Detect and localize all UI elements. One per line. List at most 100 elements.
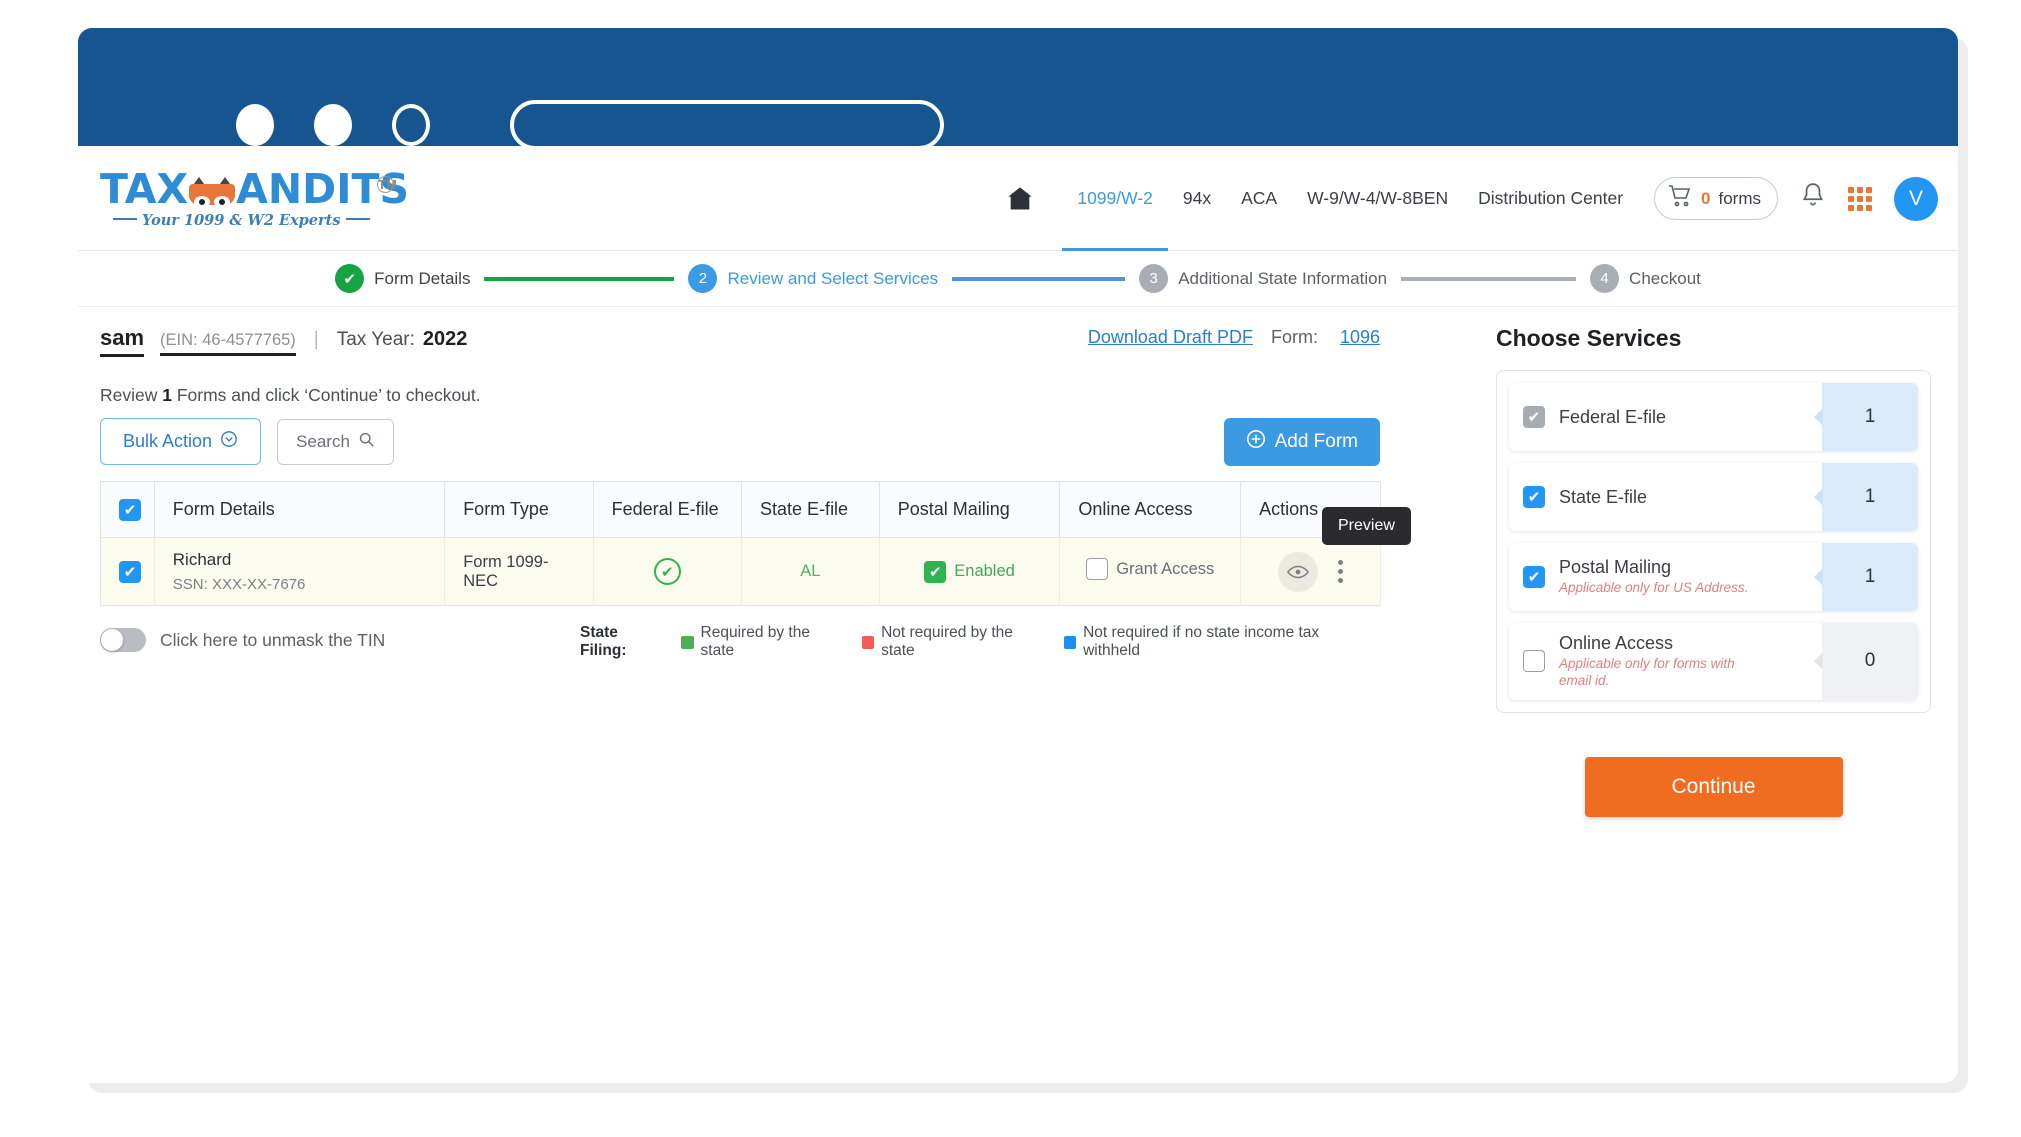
- step-connector-1: [484, 276, 675, 281]
- step-review-select-services[interactable]: 2 Review and Select Services: [688, 264, 938, 293]
- tax-year-value: 2022: [422, 328, 468, 350]
- step-3-number: 3: [1139, 264, 1169, 293]
- step-4-label: Checkout: [1629, 268, 1701, 288]
- row-select-checkbox[interactable]: ✔: [119, 560, 141, 583]
- online-access-count: 0: [1822, 623, 1918, 700]
- forms-toolbar: Bulk Action Search Add Form Preview: [100, 418, 1411, 545]
- search-icon: [358, 431, 375, 453]
- step-4-number: 4: [1590, 264, 1620, 293]
- step-1-label: Form Details: [374, 268, 471, 288]
- nav-item-94x[interactable]: 94x: [1168, 146, 1226, 251]
- cart-count: 0: [1701, 188, 1711, 208]
- bulk-action-button[interactable]: Bulk Action: [100, 418, 262, 465]
- cell-online-access: Grant Access: [1059, 537, 1242, 606]
- chevron-down-icon: [220, 430, 238, 453]
- state-filing-legend: State Filing: Required by the state Not …: [580, 624, 1380, 660]
- step-2-number: 2: [688, 264, 718, 293]
- main-navigation: 1099/W-2 94x ACA W-9/W-4/W-8BEN Distribu…: [1006, 146, 1938, 251]
- progress-stepper: ✔ Form Details 2 Review and Select Servi…: [78, 251, 1958, 307]
- header-federal-efile: Federal E-file: [593, 481, 743, 538]
- row-more-options-icon[interactable]: [1338, 560, 1344, 583]
- state-efile-count: 1: [1822, 463, 1918, 531]
- postal-mailing-status: Enabled: [954, 562, 1015, 580]
- business-info-row: sam (EIN: 46-4577765) | Tax Year: 2022 D…: [100, 325, 1380, 363]
- window-control-maximize[interactable]: [392, 104, 430, 146]
- logo-tagline: Your 1099 & W2 Experts: [108, 212, 375, 229]
- nav-item-aca[interactable]: ACA: [1226, 146, 1292, 251]
- logo-text-part1: TAX: [100, 165, 189, 213]
- download-draft-pdf-link[interactable]: Download Draft PDF: [1088, 327, 1253, 348]
- table-footer-row: Click here to unmask the TIN State Filin…: [100, 622, 1380, 660]
- step-3-label: Additional State Information: [1178, 268, 1388, 288]
- nav-item-w9-w4-w8ben[interactable]: W-9/W-4/W-8BEN: [1292, 146, 1463, 251]
- search-button[interactable]: Search: [277, 418, 394, 465]
- state-efile-checkbox[interactable]: ✔: [1523, 486, 1545, 508]
- service-row-online-access[interactable]: Online Access Applicable only for forms …: [1509, 623, 1918, 700]
- step-form-details[interactable]: ✔ Form Details: [335, 264, 470, 293]
- nav-item-distribution-center[interactable]: Distribution Center: [1463, 146, 1638, 251]
- home-icon[interactable]: [1006, 185, 1034, 213]
- window-control-minimize[interactable]: [314, 104, 352, 146]
- preview-eye-icon[interactable]: [1277, 551, 1318, 592]
- user-avatar[interactable]: V: [1894, 176, 1938, 221]
- form-1096-link[interactable]: 1096: [1340, 327, 1380, 348]
- search-label: Search: [296, 431, 350, 451]
- online-access-checkbox[interactable]: [1086, 558, 1109, 580]
- unmask-tin-toggle[interactable]: [100, 628, 146, 652]
- legend-swatch-blue: [1063, 635, 1077, 649]
- postal-mailing-service-checkbox[interactable]: ✔: [1523, 566, 1545, 588]
- cell-postal-mailing: ✔ Enabled: [879, 537, 1061, 606]
- postal-mailing-note: Applicable only for US Address.: [1559, 580, 1749, 596]
- continue-button[interactable]: Continue: [1584, 756, 1843, 817]
- federal-efile-label: Federal E-file: [1559, 406, 1667, 427]
- taxbandits-logo[interactable]: TAX ANDITS TM Your 1099 & W2 Experts: [100, 165, 409, 232]
- legend-item-not-required: Not required by the state: [861, 624, 1044, 660]
- legend-item-required: Required by the state: [681, 624, 842, 660]
- nav-item-1099-w2[interactable]: 1099/W-2: [1062, 146, 1168, 251]
- service-row-postal-mailing[interactable]: ✔ Postal Mailing Applicable only for US …: [1509, 543, 1918, 611]
- tax-year-label: Tax Year:: [336, 329, 415, 350]
- recipient-name: Richard: [172, 550, 232, 569]
- online-access-label: Grant Access: [1116, 559, 1215, 578]
- header-postal-mailing: Postal Mailing: [879, 481, 1061, 538]
- apps-grid-icon[interactable]: [1848, 186, 1872, 211]
- screenshot-root: TAX ANDITS TM Your 1099 & W2 Experts 109…: [0, 0, 2021, 1137]
- table-row: ✔ Richard SSN: XXX-XX-7676 Form 1099-NEC…: [100, 537, 1381, 606]
- service-row-state-efile[interactable]: ✔ State E-file 1: [1509, 463, 1918, 531]
- page-viewport: TAX ANDITS TM Your 1099 & W2 Experts 109…: [78, 146, 1958, 1083]
- cart-icon: [1667, 184, 1693, 213]
- service-row-federal-efile[interactable]: ✔ Federal E-file 1: [1509, 383, 1918, 451]
- review-text-before: Review: [100, 385, 163, 405]
- step-checkout[interactable]: 4 Checkout: [1590, 264, 1701, 293]
- business-name: sam: [100, 325, 145, 357]
- select-all-header: ✔: [100, 481, 155, 538]
- form-label: Form:: [1270, 327, 1318, 347]
- page-body: sam (EIN: 46-4577765) | Tax Year: 2022 D…: [78, 307, 1958, 1083]
- postal-mailing-checkbox[interactable]: ✔: [924, 560, 947, 583]
- step-connector-2: [952, 276, 1126, 281]
- logo-tagline-text: Your 1099 & W2 Experts: [142, 212, 341, 229]
- notifications-bell-icon[interactable]: [1800, 182, 1826, 215]
- review-text-after: Forms and click ‘Continue’ to checkout.: [171, 385, 481, 405]
- online-access-service-checkbox[interactable]: [1523, 650, 1545, 673]
- row-select-cell: ✔: [100, 537, 155, 606]
- trademark-icon: TM: [377, 176, 397, 193]
- unmask-tin-label: Click here to unmask the TIN: [160, 629, 386, 650]
- add-form-button[interactable]: Add Form: [1223, 418, 1380, 466]
- address-bar[interactable]: [510, 100, 944, 150]
- forms-table: ✔ Form Details Form Type Federal E-file …: [100, 481, 1381, 606]
- state-efile-label: State E-file: [1559, 486, 1648, 507]
- select-all-checkbox[interactable]: ✔: [119, 498, 141, 521]
- legend-title: State Filing:: [580, 624, 627, 659]
- review-instruction: Review 1 Forms and click ‘Continue’ to c…: [100, 385, 1380, 406]
- cell-actions: [1240, 537, 1381, 606]
- cart-label: forms: [1718, 188, 1762, 208]
- browser-titlebar: [78, 28, 1958, 150]
- header-form-type: Form Type: [444, 481, 594, 538]
- cell-form-type: Form 1099-NEC: [444, 537, 594, 606]
- step-additional-state-information[interactable]: 3 Additional State Information: [1139, 264, 1387, 293]
- browser-window: TAX ANDITS TM Your 1099 & W2 Experts 109…: [78, 28, 1958, 1083]
- cart-button[interactable]: 0 forms: [1654, 177, 1778, 220]
- window-control-close[interactable]: [236, 104, 274, 146]
- postal-mailing-count: 1: [1822, 543, 1918, 611]
